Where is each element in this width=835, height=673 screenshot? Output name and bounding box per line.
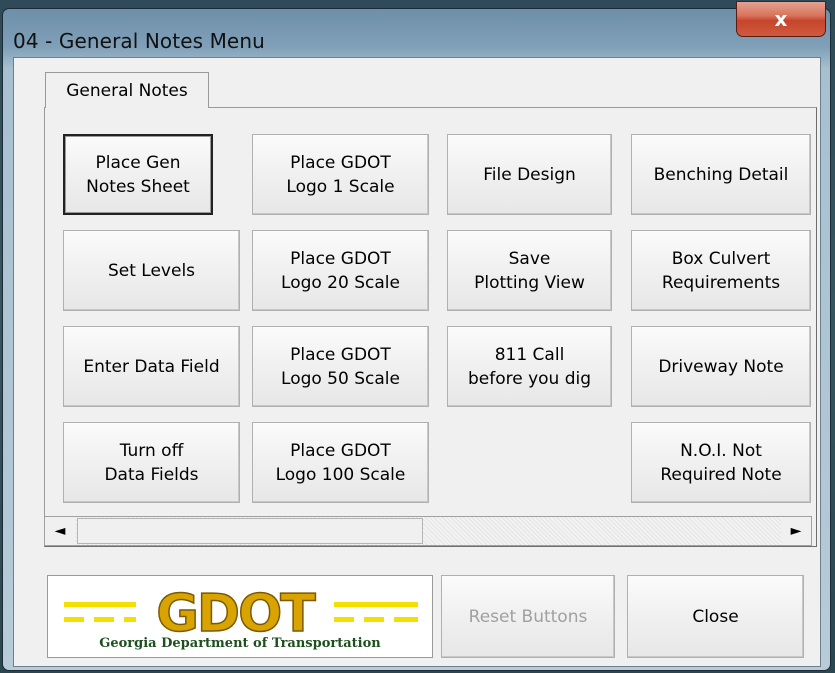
gdot-wordmark: GDOT [156,584,316,644]
noi-not-required-note-button[interactable]: N.O.I. Not Required Note [631,422,811,503]
place-gen-notes-sheet-button[interactable]: Place Gen Notes Sheet [63,134,213,215]
enter-data-field-button[interactable]: Enter Data Field [63,326,240,407]
scroll-left-icon[interactable]: ◄ [45,517,75,545]
reset-buttons-button[interactable]: Reset Buttons [441,575,615,658]
place-gdot-logo-20-scale-button[interactable]: Place GDOT Logo 20 Scale [252,230,429,311]
window-title: 04 - General Notes Menu [13,29,265,53]
gdot-logo-caption: Georgia Department of Transportation [99,636,381,651]
horizontal-scrollbar[interactable]: ◄ ► [44,516,812,546]
dialog-window: 04 - General Notes Menu x General Notes … [2,1,831,671]
close-icon[interactable]: x [736,1,826,37]
box-culvert-requirements-button[interactable]: Box Culvert Requirements [631,230,811,311]
file-design-button[interactable]: File Design [447,134,612,215]
set-levels-button[interactable]: Set Levels [63,230,240,311]
turn-off-data-fields-button[interactable]: Turn off Data Fields [63,422,240,503]
driveway-note-button[interactable]: Driveway Note [631,326,811,407]
tab-general-notes[interactable]: General Notes [45,72,209,108]
general-notes-panel: Place Gen Notes Sheet Place GDOT Logo 1 … [44,107,817,547]
scroll-right-icon[interactable]: ► [781,517,811,545]
save-plotting-view-button[interactable]: Save Plotting View [447,230,612,311]
place-gdot-logo-100-scale-button[interactable]: Place GDOT Logo 100 Scale [252,422,429,503]
call-811-before-you-dig-button[interactable]: 811 Call before you dig [447,326,612,407]
scrollbar-thumb[interactable] [77,518,423,544]
title-bar[interactable]: 04 - General Notes Menu x [3,1,830,53]
close-button[interactable]: Close [627,575,804,658]
place-gdot-logo-1-scale-button[interactable]: Place GDOT Logo 1 Scale [252,134,429,215]
place-gdot-logo-50-scale-button[interactable]: Place GDOT Logo 50 Scale [252,326,429,407]
benching-detail-button[interactable]: Benching Detail [631,134,811,215]
gdot-logo: GDOT Georgia Department of Transportatio… [47,575,433,658]
